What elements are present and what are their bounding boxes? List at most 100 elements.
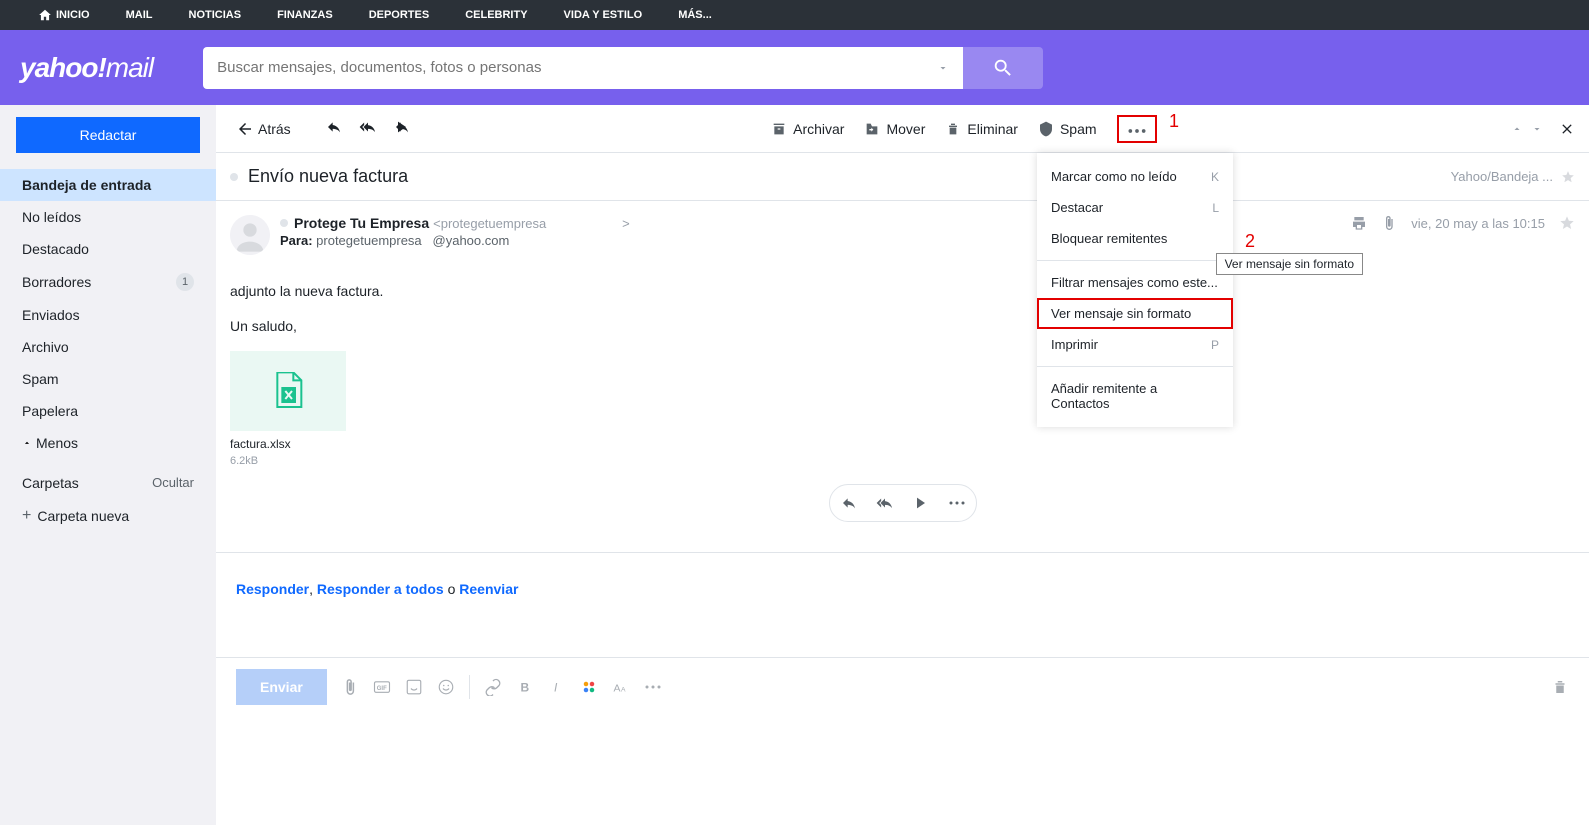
chevron-up-icon	[22, 438, 32, 448]
send-button[interactable]: Enviar	[236, 669, 327, 705]
reply-icon[interactable]	[840, 495, 858, 511]
more-formatting-icon[interactable]	[644, 684, 662, 690]
attachment-size: 6.2kB	[230, 453, 346, 470]
move-icon	[864, 121, 880, 137]
link-icon[interactable]	[484, 678, 502, 696]
star-icon[interactable]	[1561, 170, 1575, 184]
text-color-icon[interactable]	[580, 678, 598, 696]
svg-text:GIF: GIF	[377, 686, 387, 692]
tooltip: Ver mensaje sin formato	[1216, 253, 1363, 275]
trash-icon	[945, 121, 961, 137]
topnav-deportes[interactable]: DEPORTES	[351, 0, 448, 30]
shield-icon	[1038, 121, 1054, 137]
message: Protege Tu Empresa <protegetuempresa > P…	[216, 201, 1589, 553]
dd-star[interactable]: DestacarL	[1037, 192, 1233, 223]
topnav-finanzas[interactable]: FINANZAS	[259, 0, 351, 30]
font-size-icon[interactable]: AA	[612, 678, 630, 696]
archive-button[interactable]: Archivar	[771, 121, 844, 137]
folder-trash[interactable]: Papelera	[0, 395, 216, 427]
drafts-badge: 1	[176, 273, 194, 291]
emoji-icon[interactable]	[437, 678, 455, 696]
search-input[interactable]	[203, 47, 923, 89]
svg-text:A: A	[621, 687, 626, 694]
home-icon	[38, 8, 52, 22]
print-button[interactable]	[1351, 215, 1367, 231]
attachment-name: factura.xlsx	[230, 435, 346, 453]
more-horizontal-icon	[1127, 128, 1147, 134]
reply-all-button[interactable]	[353, 115, 383, 142]
folder-starred[interactable]: Destacado	[0, 233, 216, 265]
dd-mark-unread[interactable]: Marcar como no leídoK	[1037, 161, 1233, 192]
folder-sent[interactable]: Enviados	[0, 299, 216, 331]
topnav-inicio[interactable]: INICIO	[20, 0, 108, 30]
gif-icon[interactable]: GIF	[373, 678, 391, 696]
sticker-icon[interactable]	[405, 678, 423, 696]
annotation-1: 1	[1169, 111, 1179, 132]
more-actions-dropdown: Marcar como no leídoK DestacarL Bloquear…	[1037, 153, 1233, 427]
attachment-thumbnail	[230, 351, 346, 431]
star-icon[interactable]	[1559, 215, 1575, 231]
new-folder-button[interactable]: +Carpeta nueva	[0, 499, 216, 533]
dd-view-raw[interactable]: Ver mensaje sin formato	[1037, 298, 1233, 329]
dd-print[interactable]: ImprimirP	[1037, 329, 1233, 360]
folder-breadcrumb: Yahoo/Bandeja ...	[1451, 169, 1553, 184]
spam-button[interactable]: Spam	[1038, 121, 1097, 137]
folder-spam[interactable]: Spam	[0, 363, 216, 395]
message-date: vie, 20 may a las 10:15	[1411, 216, 1545, 231]
reply-icon	[325, 119, 343, 135]
forward-link[interactable]: Reenviar	[459, 581, 518, 597]
excel-file-icon	[272, 372, 304, 410]
yahoo-mail-logo: yahoo!mail	[20, 52, 153, 84]
dd-block-sender[interactable]: Bloquear remitentes	[1037, 223, 1233, 254]
next-message-button[interactable]	[1531, 123, 1543, 135]
recipient-row: Para: protegetuempresa @yahoo.com	[280, 233, 630, 248]
avatar	[230, 215, 270, 255]
folder-unread[interactable]: No leídos	[0, 201, 216, 233]
close-button[interactable]	[1559, 121, 1575, 137]
more-horizontal-icon[interactable]	[948, 500, 966, 506]
back-button[interactable]: Atrás	[230, 116, 297, 142]
compose-button[interactable]: Redactar	[16, 117, 200, 153]
folder-archive[interactable]: Archivo	[0, 331, 216, 363]
top-nav: INICIO MAIL NOTICIAS FINANZAS DEPORTES C…	[0, 0, 1589, 30]
reply-button[interactable]	[319, 115, 349, 142]
folders-section-header: Carpetas Ocultar	[0, 467, 216, 499]
archive-icon	[771, 121, 787, 137]
svg-text:B: B	[520, 681, 529, 695]
search-icon	[992, 57, 1014, 79]
dd-add-contact[interactable]: Añadir remitente a Contactos	[1037, 373, 1233, 419]
topnav-mail[interactable]: MAIL	[108, 0, 171, 30]
topnav-vida[interactable]: VIDA Y ESTILO	[546, 0, 661, 30]
dd-filter-like-this[interactable]: Filtrar mensajes como este...	[1037, 267, 1233, 298]
hide-folders-button[interactable]: Ocultar	[152, 475, 194, 491]
sender-status-dot	[280, 219, 288, 227]
forward-icon[interactable]	[912, 495, 930, 511]
reply-all-icon[interactable]	[876, 495, 894, 511]
topnav-celebrity[interactable]: CELEBRITY	[447, 0, 545, 30]
attachment-icon[interactable]	[1381, 215, 1397, 231]
chevron-down-icon	[937, 62, 949, 74]
folder-inbox[interactable]: Bandeja de entrada	[0, 169, 216, 201]
attach-icon[interactable]	[341, 678, 359, 696]
search-button[interactable]	[963, 47, 1043, 89]
unread-dot	[230, 173, 238, 181]
folder-drafts[interactable]: Borradores1	[0, 265, 216, 299]
discard-icon[interactable]	[1551, 678, 1569, 696]
search-dropdown-button[interactable]	[923, 47, 963, 89]
subject-text: Envío nueva factura	[248, 166, 408, 187]
folder-less-toggle[interactable]: Menos	[0, 427, 216, 459]
topnav-mas[interactable]: MÁS...	[660, 0, 730, 30]
italic-icon[interactable]: I	[548, 678, 566, 696]
topnav-noticias[interactable]: NOTICIAS	[171, 0, 260, 30]
bold-icon[interactable]: B	[516, 678, 534, 696]
more-actions-button[interactable]	[1117, 115, 1157, 143]
content: Atrás Archivar Mover Eliminar Spam	[216, 105, 1589, 825]
move-button[interactable]: Mover	[864, 121, 925, 137]
attachment[interactable]: factura.xlsx 6.2kB	[230, 351, 346, 470]
forward-button[interactable]	[387, 115, 417, 142]
reply-all-link[interactable]: Responder a todos	[317, 581, 444, 597]
compose-bar: Enviar GIF B I AA	[216, 657, 1589, 717]
reply-link[interactable]: Responder	[236, 581, 309, 597]
delete-button[interactable]: Eliminar	[945, 121, 1018, 137]
prev-message-button[interactable]	[1511, 123, 1523, 135]
